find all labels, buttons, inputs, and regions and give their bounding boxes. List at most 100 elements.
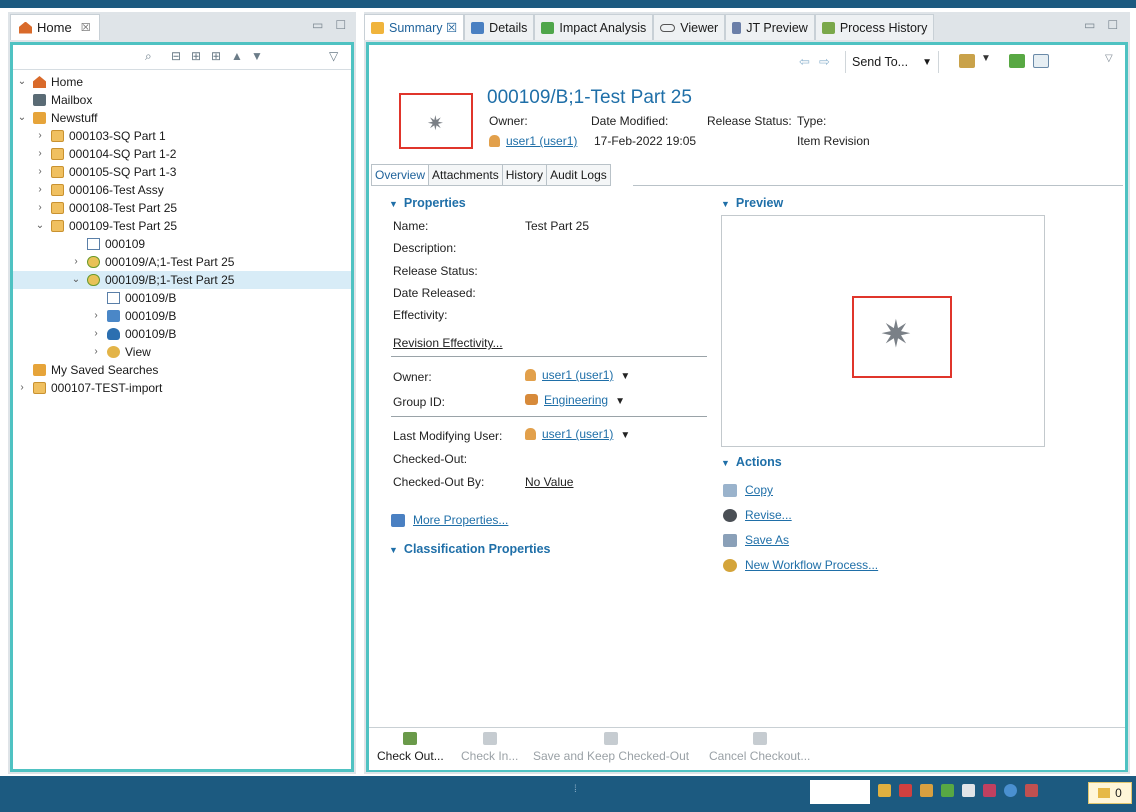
tab-details[interactable]: Details xyxy=(464,14,535,40)
tree-node-revision-selected[interactable]: ⌄ 000109/B;1-Test Part 25 xyxy=(13,271,351,289)
subtab-attachments[interactable]: Attachments xyxy=(429,164,503,186)
tab-summary[interactable]: Summary ☒ xyxy=(364,14,465,40)
check-out-button[interactable]: Check Out... xyxy=(377,732,444,763)
tree-node-revision[interactable]: › 000109/A;1-Test Part 25 xyxy=(13,253,351,271)
view-menu-icon[interactable]: ▽ xyxy=(1105,53,1113,64)
key-icon[interactable] xyxy=(920,784,933,797)
twisty-icon[interactable]: ⌄ xyxy=(17,109,27,127)
notification-counter[interactable]: 0 xyxy=(1088,782,1132,804)
tree-node-home[interactable]: ⌄ Home xyxy=(13,73,351,91)
move-down-icon[interactable]: ▼ xyxy=(251,49,263,63)
save-keep-checked-out-button[interactable]: Save and Keep Checked-Out xyxy=(533,732,689,763)
last-modifying-user-link[interactable]: user1 (user1) xyxy=(542,427,613,441)
collapse-all-icon[interactable]: ⊟ xyxy=(171,49,181,63)
classification-section-header[interactable]: ▼ Classification Properties xyxy=(389,542,551,556)
tab-process-history[interactable]: Process History xyxy=(814,14,935,40)
move-up-icon[interactable]: ▲ xyxy=(231,49,243,63)
cancel-checkout-button[interactable]: Cancel Checkout... xyxy=(709,732,810,763)
pencil-icon[interactable] xyxy=(878,784,891,797)
actions-section-header[interactable]: ▼ Actions xyxy=(721,455,782,469)
globe-icon[interactable] xyxy=(1004,784,1017,797)
open-window-icon[interactable] xyxy=(1033,54,1049,68)
minimize-icon[interactable]: ▭ xyxy=(1084,18,1095,32)
revision-effectivity-link[interactable]: Revision Effectivity... xyxy=(393,336,503,350)
tree-node-newstuff[interactable]: ⌄ Newstuff xyxy=(13,109,351,127)
twisty-icon[interactable]: › xyxy=(35,127,45,145)
check-icon[interactable] xyxy=(941,784,954,797)
action-revise[interactable]: Revise... xyxy=(723,508,792,522)
checked-out-by-value[interactable]: No Value xyxy=(525,475,573,489)
tree-node-view[interactable]: › View xyxy=(13,343,351,361)
tree-node-item[interactable]: › 000106-Test Assy xyxy=(13,181,351,199)
tree-node-mailbox[interactable]: Mailbox xyxy=(13,91,351,109)
subtab-history[interactable]: History xyxy=(502,164,548,186)
twisty-icon[interactable]: › xyxy=(91,307,101,325)
tab-home[interactable]: Home ☒ xyxy=(10,14,100,40)
owner-prop-link[interactable]: user1 (user1) xyxy=(542,368,613,382)
twisty-icon[interactable]: › xyxy=(35,163,45,181)
twisty-icon[interactable]: › xyxy=(35,145,45,163)
forward-arrow-icon[interactable]: ⇨ xyxy=(819,54,830,70)
tree-node-item[interactable]: › 000104-SQ Part 1-2 xyxy=(13,145,351,163)
chevron-down-icon[interactable]: ▼ xyxy=(615,396,625,407)
owner-prop-value[interactable]: user1 (user1) ▼ xyxy=(525,368,630,382)
tree-node-item[interactable]: › 000107-TEST-import xyxy=(13,379,351,397)
action-copy[interactable]: Copy xyxy=(723,483,773,497)
expand-below-icon[interactable]: ⊞ xyxy=(211,49,221,63)
tree-node-saved-searches[interactable]: My Saved Searches xyxy=(13,361,351,379)
group-id-value[interactable]: Engineering ▼ xyxy=(525,393,625,407)
tab-impact-analysis[interactable]: Impact Analysis xyxy=(534,14,654,40)
subtab-audit-logs[interactable]: Audit Logs xyxy=(547,164,611,186)
status-input-field[interactable] xyxy=(810,780,870,804)
back-arrow-icon[interactable]: ⇦ xyxy=(799,54,810,70)
twisty-icon[interactable]: › xyxy=(35,181,45,199)
last-modifying-user-value[interactable]: user1 (user1) ▼ xyxy=(525,427,630,441)
chevron-down-icon[interactable]: ▼ xyxy=(620,430,630,441)
more-properties-link[interactable]: More Properties... xyxy=(391,513,508,527)
twisty-icon[interactable]: › xyxy=(71,253,81,271)
twisty-icon[interactable]: › xyxy=(91,343,101,361)
preview-viewport[interactable]: ✷ xyxy=(721,215,1045,447)
chevron-down-icon[interactable]: ▼ xyxy=(981,53,991,64)
status-drag-handle[interactable]: ⁞ xyxy=(574,784,577,795)
checkmark-icon[interactable] xyxy=(1009,54,1025,68)
tree-node-item[interactable]: › 000103-SQ Part 1 xyxy=(13,127,351,145)
alert-icon[interactable] xyxy=(1025,784,1038,797)
twisty-icon[interactable]: ⌄ xyxy=(71,271,81,289)
tab-jt-preview[interactable]: JT Preview xyxy=(725,14,815,40)
group-link[interactable]: Engineering xyxy=(544,393,608,407)
check-in-button[interactable]: Check In... xyxy=(461,732,518,763)
tree-node-item[interactable]: ⌄ 000109-Test Part 25 xyxy=(13,217,351,235)
expand-all-icon[interactable]: ⊞ xyxy=(191,49,201,63)
tab-close-icon[interactable]: ☒ xyxy=(81,21,91,34)
twisty-icon[interactable]: ⌄ xyxy=(35,217,45,235)
preview-section-header[interactable]: ▼ Preview xyxy=(721,196,783,210)
tree-node-item[interactable]: › 000108-Test Part 25 xyxy=(13,199,351,217)
twisty-icon[interactable]: › xyxy=(35,199,45,217)
tree-node-item[interactable]: › 000105-SQ Part 1-3 xyxy=(13,163,351,181)
minimize-icon[interactable]: ▭ xyxy=(312,18,323,32)
chevron-down-icon[interactable]: ▼ xyxy=(620,371,630,382)
action-new-workflow[interactable]: New Workflow Process... xyxy=(723,558,878,572)
twisty-icon[interactable]: › xyxy=(17,379,27,397)
send-to-dropdown[interactable]: Send To... ▼ xyxy=(845,51,939,73)
subtab-overview[interactable]: Overview xyxy=(371,164,430,186)
paste-icon[interactable] xyxy=(959,54,975,68)
twisty-icon[interactable]: ⌄ xyxy=(17,73,27,91)
tree-node-bom[interactable]: › 000109/B xyxy=(13,325,351,343)
maximize-icon[interactable]: ☐ xyxy=(1107,18,1118,32)
maximize-icon[interactable]: ☐ xyxy=(335,18,346,32)
tree-node-revision-form[interactable]: 000109/B xyxy=(13,289,351,307)
mail-icon[interactable] xyxy=(962,784,975,797)
workflow-status-icon[interactable] xyxy=(983,784,996,797)
tree-node-master-form[interactable]: 000109 xyxy=(13,235,351,253)
tab-viewer[interactable]: Viewer xyxy=(653,14,726,40)
properties-section-header[interactable]: ▼ Properties xyxy=(389,196,466,210)
cancel-icon[interactable] xyxy=(899,784,912,797)
search-icon[interactable]: ⌕ xyxy=(145,49,152,64)
twisty-icon[interactable]: › xyxy=(91,325,101,343)
owner-link[interactable]: user1 (user1) xyxy=(506,134,577,148)
view-menu-icon[interactable]: ▽ xyxy=(329,49,338,63)
action-save-as[interactable]: Save As xyxy=(723,533,789,547)
owner-value[interactable]: user1 (user1) xyxy=(489,134,577,148)
